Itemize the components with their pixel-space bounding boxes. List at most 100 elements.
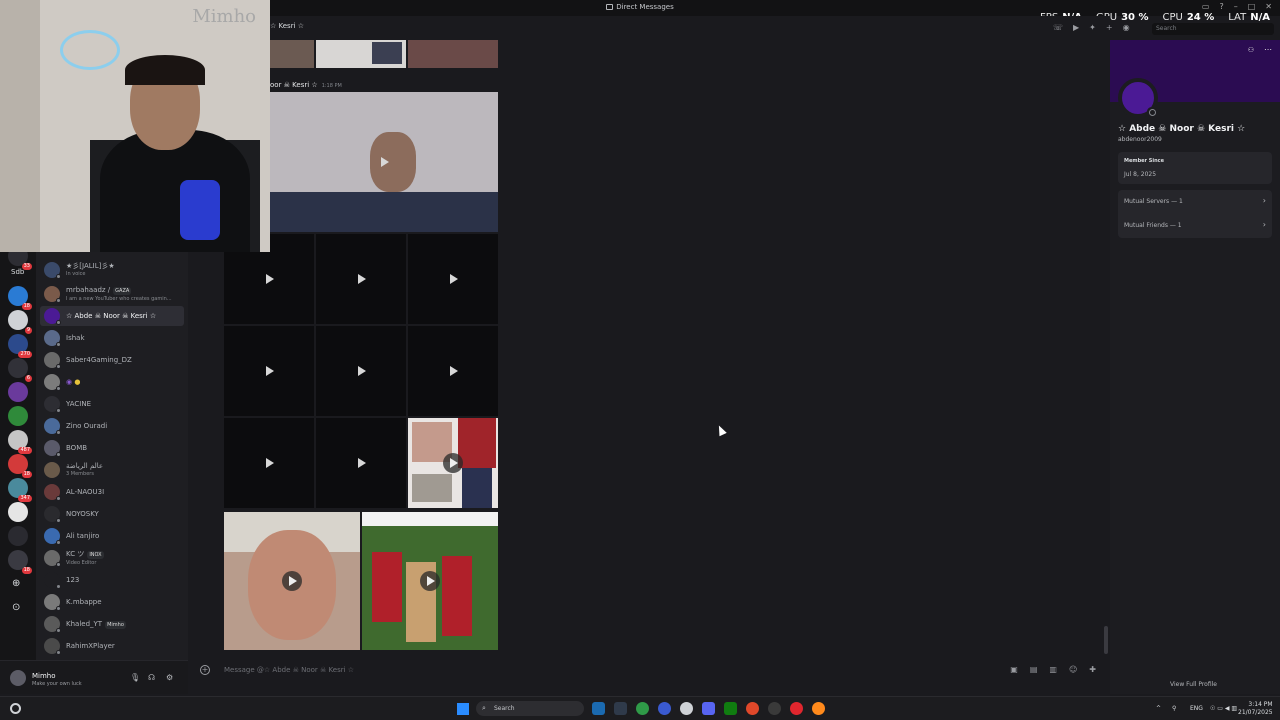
inbox-button[interactable]: ▭ [1202,2,1210,11]
dm-item[interactable]: Ali tanjiro [40,526,184,546]
dm-item[interactable]: ☆ Abde ☠ Noor ☠ Kesri ☆ [40,306,184,326]
dm-item[interactable]: RahimXPlayer [40,636,184,656]
xbox-icon[interactable] [724,702,737,715]
video-attachment[interactable] [408,234,498,324]
dm-item[interactable]: Saber4Gaming_DZ [40,350,184,370]
dm-item[interactable]: Zino Ouradi [40,416,184,436]
add-friend-icon[interactable]: + [1106,23,1113,32]
video-attachment[interactable] [224,418,314,508]
add-friend-icon[interactable]: ⚇ [1248,46,1254,54]
server-icon[interactable] [8,502,28,522]
video-attachment[interactable] [408,418,498,508]
webcam-overlay: Mimho [0,0,270,252]
add-server-icon[interactable]: ⊕ [12,578,20,589]
tray-icons[interactable]: ☉ ▭ ◀ ▥ [1210,705,1237,712]
chat-scrollbar[interactable] [1104,626,1108,654]
add-attachment-icon[interactable]: + [200,665,210,675]
server-icon[interactable]: 18 [8,286,32,310]
app-icon[interactable] [614,702,627,715]
server-icon[interactable] [8,406,28,426]
microphone-icon[interactable]: 🎙 [130,673,140,682]
video-attachment[interactable] [316,326,406,416]
video-icon[interactable]: ▶ [1073,23,1079,32]
video-attachment[interactable] [316,234,406,324]
video-attachment[interactable] [362,512,498,650]
discord-icon[interactable] [702,702,715,715]
dm-item[interactable]: Ishak [40,328,184,348]
minimize-button[interactable]: – [1234,2,1238,11]
gif-icon[interactable]: ▤ [1030,665,1038,674]
widgets-icon[interactable] [10,703,21,714]
server-icon[interactable] [8,382,28,402]
gift-icon[interactable]: ▣ [1010,665,1018,674]
server-icon[interactable]: 347 [8,478,32,502]
server-icon[interactable] [8,526,28,546]
video-attachment[interactable] [408,326,498,416]
app-icon[interactable] [658,702,671,715]
play-icon [450,274,458,284]
dm-item[interactable]: Khaled_YT Mimho [40,614,184,634]
close-button[interactable]: ✕ [1265,2,1272,11]
media-thumbnail[interactable] [270,40,314,68]
clock[interactable]: 3:14 PM 21/07/2025 [1238,701,1273,717]
tray-app-icon[interactable]: ⚲ [1172,705,1176,712]
media-thumbnail[interactable] [408,40,498,68]
pin-icon[interactable]: ✦ [1089,23,1096,32]
apps-icon[interactable]: ✚ [1089,665,1096,674]
avatar[interactable] [10,670,26,686]
server-icon[interactable]: 18 [8,550,32,574]
server-icon[interactable]: 18 [8,454,32,478]
media-thumbnail[interactable] [316,40,406,68]
app-icon[interactable] [768,702,781,715]
help-icon[interactable]: ? [1219,2,1223,11]
steam-icon[interactable] [592,702,605,715]
maximize-button[interactable]: □ [1248,2,1256,11]
chrome-icon[interactable] [636,702,649,715]
server-icon[interactable]: 270 [8,334,32,358]
video-attachment[interactable] [270,92,498,232]
dm-item[interactable]: AL-NAOU3I [40,482,184,502]
dm-item[interactable]: 123 [40,570,184,590]
more-options-icon[interactable]: ⋯ [1264,45,1272,54]
video-attachment[interactable] [224,512,360,650]
opera-icon[interactable] [790,702,803,715]
mutual-friends[interactable]: Mutual Friends — 1 [1124,222,1182,229]
emoji-icon[interactable]: ☺ [1069,665,1077,674]
dm-item[interactable]: K.mbappe [40,592,184,612]
settings-icon[interactable] [680,702,693,715]
video-attachment[interactable] [316,418,406,508]
dm-item[interactable]: BOMB [40,438,184,458]
headphones-icon[interactable]: ☊ [148,673,155,682]
call-icon[interactable]: ☏ [1053,23,1063,32]
server-icon[interactable]: 9 [8,310,32,334]
search-input[interactable]: Search [1152,23,1274,35]
taskbar-search[interactable]: Search [476,701,584,716]
discover-icon[interactable]: ⊙ [12,602,20,613]
app-icon[interactable] [746,702,759,715]
profile-toggle-icon[interactable]: ◉ [1123,23,1130,32]
server-icon[interactable]: 487 [8,430,32,454]
dm-item[interactable]: ★彡[JALIL]彡★ In voice [40,260,184,280]
language-indicator[interactable]: ENG [1190,705,1203,712]
video-attachment[interactable] [224,326,314,416]
message-author[interactable]: oor ☠ Kesri ☆ 1:18 PM [270,81,342,89]
view-full-profile-link[interactable]: View Full Profile [1170,681,1217,688]
message-composer[interactable]: + Message @☆ Abde ☠ Noor ☠ Kesri ☆ ▣ ▤ ▥… [196,662,1104,680]
start-icon[interactable] [457,703,469,715]
avatar [44,528,61,545]
dm-item[interactable]: NOYOSKY [40,504,184,524]
play-icon [358,366,366,376]
dm-item[interactable]: KC ツ INOX Video Editor [40,548,184,568]
message-input[interactable]: Message @☆ Abde ☠ Noor ☠ Kesri ☆ [224,666,354,674]
firefox-icon[interactable] [812,702,825,715]
profile-avatar[interactable] [1118,78,1158,118]
dm-item[interactable]: عالم الرياضة 3 Members [40,460,184,480]
tray-chevron-icon[interactable]: ^ [1156,705,1161,712]
settings-icon[interactable]: ⚙ [166,673,173,682]
sticker-icon[interactable]: ▥ [1049,665,1057,674]
dm-item[interactable]: ◉ ● [40,372,184,392]
server-icon[interactable]: 6 [8,358,32,382]
dm-item[interactable]: YACINE [40,394,184,414]
dm-item[interactable]: mrbahaadz / GAZA I am a new YouTuber who c… [40,284,184,304]
mutual-servers[interactable]: Mutual Servers — 1 [1124,198,1183,205]
